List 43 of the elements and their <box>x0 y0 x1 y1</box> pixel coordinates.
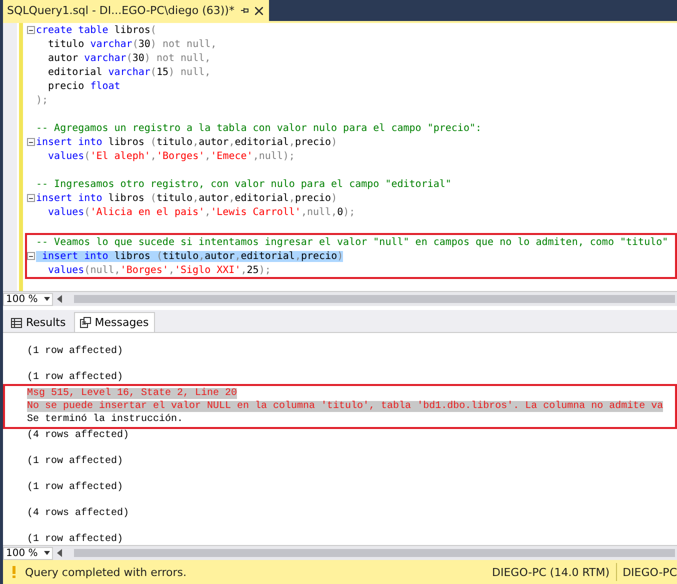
grid-icon <box>11 318 22 328</box>
code-line: -- Ingresamos otro registro, con valor nulo para el campo "editorial" <box>35 178 452 190</box>
server-name: DIEGO-PC (14.0 RTM) <box>492 566 610 578</box>
horizontal-scrollbar[interactable] <box>74 549 675 557</box>
message-line: (4 rows affected) <box>27 430 130 441</box>
message-line: (1 row affected) <box>27 482 124 493</box>
code-line: -- Veamos lo que sucede si intentamos ingresar el valor "null" en campos que no lo admiten, como "titulo" <box>35 236 668 248</box>
code-line: -- Agregamos un registro a la tabla con valor nulo para el campo "precio": <box>35 122 482 134</box>
code-line: insert into libros (titulo,autor,editorial,precio) <box>27 250 344 262</box>
message-line: Se terminó la instrucción. <box>27 414 184 425</box>
code-line: autor varchar(30) not null, <box>47 52 211 64</box>
code-line: titulo varchar(30) not null, <box>47 38 217 50</box>
zoom-dropdown[interactable]: 100 % <box>3 546 53 560</box>
message-line: (1 row affected) <box>27 372 124 383</box>
dropdown-caret-icon <box>44 551 50 555</box>
message-line: (1 row affected) <box>27 456 124 467</box>
horizontal-scrollbar[interactable] <box>74 295 675 303</box>
code-line: create table libros( <box>27 24 156 36</box>
code-line: values('Alicia en el pais','Lewis Carroll',null,0); <box>47 206 356 218</box>
user-name: DIEGO-PC <box>622 566 677 578</box>
code-line: values('El aleph','Borges','Emece',null); <box>47 150 295 162</box>
error-message: Msg 515, Level 16, State 2, Line 20 <box>27 388 238 399</box>
message-line: (1 row affected) <box>27 346 124 357</box>
scroll-left-icon[interactable] <box>57 549 62 557</box>
code-line: insert into libros (titulo,autor,editorial,precio) <box>27 136 338 148</box>
result-tab[interactable]: Results <box>5 312 72 332</box>
dropdown-caret-icon <box>44 297 50 301</box>
message-line: (4 rows affected) <box>27 508 130 519</box>
scroll-left-icon[interactable] <box>57 295 62 303</box>
result-tab[interactable]: Messages <box>74 312 155 332</box>
close-icon[interactable] <box>255 6 264 14</box>
error-message: No se puede insertar el valor NULL en la columna 'titulo', tabla 'bd1.dbo.libros'. La columna no admite va <box>27 401 664 412</box>
pin-icon[interactable] <box>240 6 250 15</box>
document-tab[interactable]: SQLQuery1.sql - DI...EGO-PC\diego (63))* <box>3 0 270 21</box>
message-line: (1 row affected) <box>27 534 124 545</box>
code-line: insert into libros (titulo,autor,editorial,precio) <box>27 192 338 204</box>
code-line: precio float <box>47 80 120 92</box>
messages-icon <box>80 317 91 328</box>
code-line: ); <box>35 94 48 106</box>
code-line: editorial varchar(15) null, <box>47 66 211 78</box>
status-message: Query completed with errors. <box>25 566 186 578</box>
zoom-dropdown[interactable]: 100 % <box>3 292 53 306</box>
code-line: values(null,'Borges','Siglo XXI',25); <box>47 264 271 276</box>
